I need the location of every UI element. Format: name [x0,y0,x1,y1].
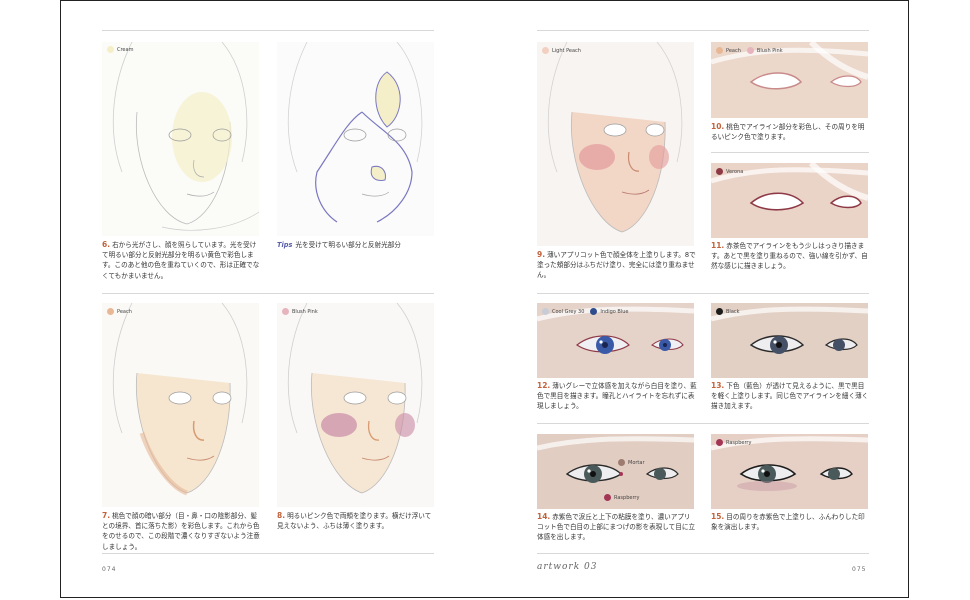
top-rule-right [537,30,869,31]
rule-right-col2-a [711,152,869,153]
step-number: 6. [102,240,111,249]
swatch-verona: Verona [716,168,743,175]
swatch-label: Peach [117,308,132,315]
swatch-label: Black [726,308,740,315]
swatch-dot [604,494,611,501]
swatch-dot [716,439,723,446]
top-rule-left [102,30,434,31]
tips-text: 光を受けて明るい部分と反射光部分 [295,241,401,249]
swatch-dot [716,47,723,54]
step-number: 12. [537,381,551,390]
step-number: 9. [537,250,546,259]
step-number: 11. [711,241,725,250]
swatch-black: Black [716,308,740,315]
step-number: 10. [711,122,725,131]
swatch-dot [746,47,754,54]
step-number: 14. [537,512,551,521]
mid-rule-left [102,293,434,294]
caption-step15: 15. 目の周りを赤紫色で上塗りし、ふんわりした印象を演出します。 [711,512,869,532]
face-illustration-step9 [537,42,694,246]
step-text: 赤茶色でアイラインをもう少しはっきり描きます。あとで黒を塗り重ねるので、強い線を… [711,242,868,271]
face-illustration-step7 [102,303,259,507]
swatch-label: Cream [117,46,134,53]
artwork-brand: artwork 03 [537,562,598,572]
face-diagram-tips [277,42,434,236]
face-illustration-step6 [102,42,259,236]
swatch-peach: Peach [107,308,132,315]
step-text: 赤紫色で涙丘と上下の粘膜を塗り、濃いアプリコット色で白目の上部にまつげの影を表現… [537,513,696,542]
swatch-blush-pink: Blush Pink [282,308,318,315]
caption-step12: 12. 薄いグレーで立体感を加えながら白目を塗り、藍色で黒目を描きます。瞳孔とハイ… [537,381,697,412]
rule-right-row3 [537,423,869,424]
step-text: 桃色でアイライン部分を彩色し、その周りを明るいピンク色で塗ります。 [711,123,865,142]
mid-rule-right [537,293,869,294]
caption-tips: Tips 光を受けて明るい部分と反射光部分 [277,240,434,250]
caption-step14: 14. 赤紫色で涙丘と上下の粘膜を塗り、濃いアプリコット色で白目の上部にまつげの影… [537,512,697,543]
swatch-dot [282,308,289,315]
step-text: 明るいピンク色で両頬を塗ります。横だけ浮いて見えないよう、ふちは薄く塗ります。 [277,512,432,531]
swatch-cream: Cream [107,46,133,53]
swatch-raspberry-step15: Raspberry [716,439,751,446]
caption-step13: 13. 下色（藍色）が透けて見えるように、黒で黒目を軽く上塗りします。同じ色でアイ… [711,381,869,412]
page-number-right: 075 [852,566,867,573]
swatch-label: Indigo Blue [600,308,629,315]
swatch-label: Light Peach [552,47,581,54]
face-illustration-step8 [277,303,434,507]
book-spread: Cream 6. 右から光がさし、顔を照らしています。光を受けて明るい部分と反射光… [0,0,970,600]
caption-step11: 11. 赤茶色でアイラインをもう少しはっきり描きます。あとで黒を塗り重ねるので、強… [711,241,869,272]
swatch-group-step12: Cool Grey 30 Indigo Blue [542,308,629,315]
caption-step9: 9. 薄いアプリコット色で顔全体を上塗りします。8で塗った頬部分はふちだけ塗り、完… [537,250,697,281]
swatch-raspberry: Raspberry [604,494,639,501]
swatch-label: Mortar [628,459,645,466]
caption-step6: 6. 右から光がさし、顔を照らしています。光を受けて明るい部分と反射光部分を明るい… [102,240,262,281]
swatch-dot [542,47,549,54]
step-text: 目の周りを赤紫色で上塗りし、ふんわりした印象を演出します。 [711,513,865,532]
step-number: 13. [711,381,725,390]
step-number: 8. [277,511,286,520]
swatch-label: Peach [726,47,741,54]
swatch-mortar: Mortar [618,459,645,466]
swatch-label: Cool Grey 30 [552,308,585,315]
swatch-dot [618,459,625,466]
caption-step8: 8. 明るいピンク色で両頬を塗ります。横だけ浮いて見えないよう、ふちは薄く塗ります… [277,511,434,531]
step-text: 薄いアプリコット色で顔全体を上塗りします。8で塗った頬部分はふちだけ塗り、完全に… [537,251,696,280]
step-text: 桃色で顔の暗い部分（目・鼻・口の陰影部分、髪との境界、首に落ちた影）を彩色します… [102,512,260,551]
step-number: 15. [711,512,725,521]
caption-step10: 10. 桃色でアイライン部分を彩色し、その周りを明るいピンク色で塗ります。 [711,122,869,142]
step-number: 7. [102,511,111,520]
swatch-dot [542,308,549,315]
bottom-rule-left [102,553,434,554]
swatch-dot [716,168,723,175]
step-text: 薄いグレーで立体感を加えながら白目を塗り、藍色で黒目を描きます。瞳孔とハイライト… [537,382,697,411]
swatch-label: Raspberry [726,439,752,446]
swatch-label: Raspberry [614,494,640,501]
bottom-rule-right [537,553,869,554]
swatch-dot [590,308,598,315]
swatch-group-step10: Peach Blush Pink [716,47,783,54]
page-number-left: 074 [102,566,117,573]
swatch-label: Blush Pink [756,47,783,54]
swatch-dot [716,308,723,315]
swatch-dot [107,308,114,315]
step-text: 下色（藍色）が透けて見えるように、黒で黒目を軽く上塗りします。同じ色でアイライン… [711,382,869,411]
tips-label: Tips [277,241,293,249]
swatch-label: Verona [726,168,744,175]
swatch-label: Blush Pink [292,308,318,315]
caption-step7: 7. 桃色で顔の暗い部分（目・鼻・口の陰影部分、髪との境界、首に落ちた影）を彩色し… [102,511,262,552]
swatch-dot [107,46,114,53]
step-text: 右から光がさし、顔を照らしています。光を受けて明るい部分と反射光部分を明るい黄色… [102,241,260,280]
swatch-light-peach: Light Peach [542,47,581,54]
